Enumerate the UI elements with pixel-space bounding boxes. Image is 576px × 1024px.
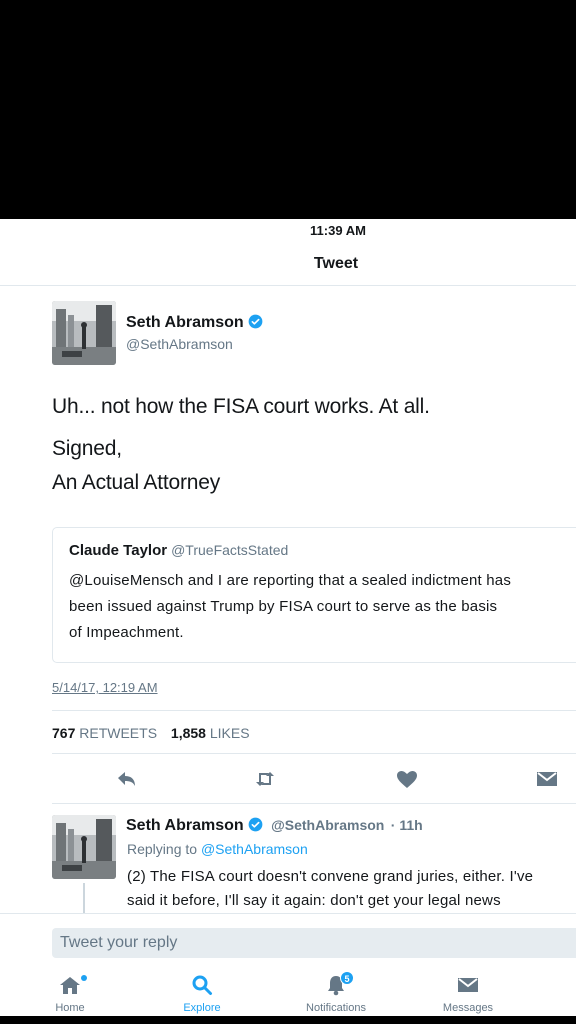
reply-author-avatar[interactable] <box>52 815 116 879</box>
envelope-icon <box>537 772 557 786</box>
like-count[interactable]: 1,858 <box>171 725 206 741</box>
reply-author-name[interactable]: Seth Abramson <box>126 817 244 834</box>
quoted-text-line-1: @LouiseMensch and I are reporting that a… <box>69 572 512 589</box>
tweet-timestamp[interactable]: 5/14/17, 12:19 AM <box>52 680 158 695</box>
retweet-button[interactable] <box>253 769 277 789</box>
stats-top-divider <box>52 710 576 711</box>
tab-notifications-label: Notifications <box>306 1002 366 1014</box>
bottom-black-bar <box>0 1016 576 1024</box>
tweet-text-line-2: Signed, <box>52 437 122 460</box>
street-photo-avatar-image <box>52 815 116 879</box>
quoted-author-name: Claude Taylor <box>69 542 168 559</box>
tweet-text-line-1: Uh... not how the FISA court works. At a… <box>52 395 430 418</box>
tab-explore[interactable]: Explore <box>152 969 252 1016</box>
replying-to-link[interactable]: @SethAbramson <box>201 841 308 857</box>
envelope-icon <box>458 978 478 992</box>
tweet-stats: 767 RETWEETS 1,858 LIKES <box>52 725 260 741</box>
quoted-author-handle: @TrueFactsStated <box>171 542 289 558</box>
reply-arrow-icon <box>118 772 135 786</box>
notifications-badge: 5 <box>340 971 354 985</box>
top-black-bar <box>0 0 576 219</box>
tab-messages[interactable]: Messages <box>418 969 518 1016</box>
replying-to-prefix: Replying to <box>127 841 198 857</box>
author-avatar[interactable] <box>52 301 116 365</box>
reply-composer-bar: Tweet your reply <box>0 913 576 969</box>
direct-message-button[interactable] <box>535 769 559 789</box>
like-button[interactable] <box>395 769 419 789</box>
verified-badge-icon <box>248 314 263 329</box>
status-bar-time: 11:39 AM <box>310 223 366 238</box>
retweet-icon <box>256 772 274 786</box>
likes-label[interactable]: LIKES <box>210 725 250 741</box>
stats-bottom-divider <box>52 753 576 754</box>
author-handle[interactable]: @SethAbramson <box>126 336 233 352</box>
quoted-author[interactable]: Claude Taylor @TrueFactsStated <box>69 542 288 559</box>
retweet-count[interactable]: 767 <box>52 725 75 741</box>
page-title: Tweet <box>313 255 359 272</box>
quoted-tweet-card[interactable]: Claude Taylor @TrueFactsStated @LouiseMen… <box>52 527 576 663</box>
reply-author-handle[interactable]: @SethAbramson <box>271 817 384 833</box>
tab-notifications[interactable]: 5 Notifications <box>286 969 386 1016</box>
quoted-text-line-2: been issued against Trump by FISA court … <box>69 598 498 615</box>
home-new-dot <box>81 975 87 981</box>
actions-bottom-divider <box>52 803 576 804</box>
nav-divider <box>0 285 576 286</box>
quoted-text-line-3: of Impeachment. <box>69 624 184 641</box>
reply-author[interactable]: Seth Abramson @SethAbramson · 11h <box>126 817 423 835</box>
tab-explore-label: Explore <box>183 1002 221 1014</box>
tweet-text-line-3: An Actual Attorney <box>52 471 221 494</box>
home-icon <box>60 977 80 994</box>
tweet-reply-input[interactable]: Tweet your reply <box>52 928 576 958</box>
reply-text-line-2: said it before, I'll say it again: don't… <box>127 892 501 909</box>
retweets-label[interactable]: RETWEETS <box>79 725 157 741</box>
street-photo-avatar-image <box>52 301 116 365</box>
reply-text-line-1: (2) The FISA court doesn't convene grand… <box>127 868 534 885</box>
tab-messages-label: Messages <box>442 1002 494 1014</box>
reply-time: · 11h <box>390 817 423 833</box>
replying-to: Replying to @SethAbramson <box>127 841 308 857</box>
search-icon <box>192 975 212 995</box>
bottom-tab-bar: Home Explore 5 Notifications Messages <box>0 969 576 1016</box>
heart-icon <box>397 771 417 788</box>
verified-badge-icon <box>248 817 263 832</box>
tweet-detail-screen: 11:39 AM Tweet Seth Abramson @SethAbrams… <box>0 219 576 1016</box>
author-name[interactable]: Seth Abramson <box>126 314 263 332</box>
author-name-text[interactable]: Seth Abramson <box>126 314 244 331</box>
tab-home[interactable]: Home <box>20 969 120 1016</box>
reply-button[interactable] <box>114 769 138 789</box>
thread-connector-line <box>83 883 85 913</box>
tab-home-label: Home <box>55 1002 85 1014</box>
